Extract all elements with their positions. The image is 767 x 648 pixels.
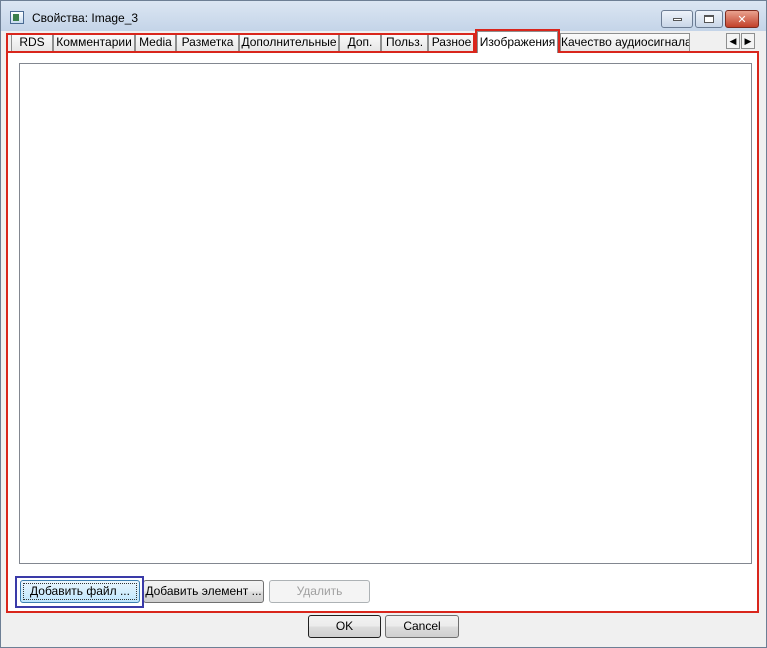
arrow-left-icon: ◀ [729,36,737,46]
tab-audio-quality[interactable]: Качество аудиосигнала [560,33,690,51]
tab-media[interactable]: Media [135,33,176,51]
properties-dialog: Свойства: Image_3 ✕ RDS Комментарии Medi… [0,0,767,648]
tab-misc[interactable]: Разное [428,33,475,51]
delete-button[interactable]: Удалить [269,580,370,603]
tab-comments[interactable]: Комментарии [53,33,135,51]
cancel-button[interactable]: Cancel [385,615,459,638]
tab-extra[interactable]: Доп. [339,33,381,51]
ok-button[interactable]: OK [308,615,381,638]
minimize-icon [672,17,682,21]
add-file-button[interactable]: Добавить файл ... [20,580,140,603]
app-icon [10,11,24,24]
tab-markup[interactable]: Разметка [176,33,239,51]
tab-rds[interactable]: RDS [11,33,53,51]
title-bar[interactable]: Свойства: Image_3 ✕ [1,1,766,31]
tab-strip: RDS Комментарии Media Разметка Дополните… [1,31,766,53]
tab-user[interactable]: Польз. [381,33,428,51]
add-element-button[interactable]: Добавить элемент ... [143,580,264,603]
maximize-button[interactable] [695,10,723,28]
close-button[interactable]: ✕ [725,10,759,28]
tab-additional[interactable]: Дополнительные [239,33,339,51]
tab-images[interactable]: Изображения [477,31,558,53]
maximize-icon [704,15,714,23]
tab-scroll-right-button[interactable]: ▶ [741,33,755,49]
arrow-right-icon: ▶ [744,36,752,46]
close-icon: ✕ [737,13,747,26]
images-list[interactable] [19,63,752,564]
tab-scroll-left-button[interactable]: ◀ [726,33,740,49]
focus-indicator [23,583,137,600]
images-tab-panel: Добавить файл ... Добавить элемент ... У… [6,51,759,613]
minimize-button[interactable] [661,10,693,28]
window-title: Свойства: Image_3 [32,11,139,25]
